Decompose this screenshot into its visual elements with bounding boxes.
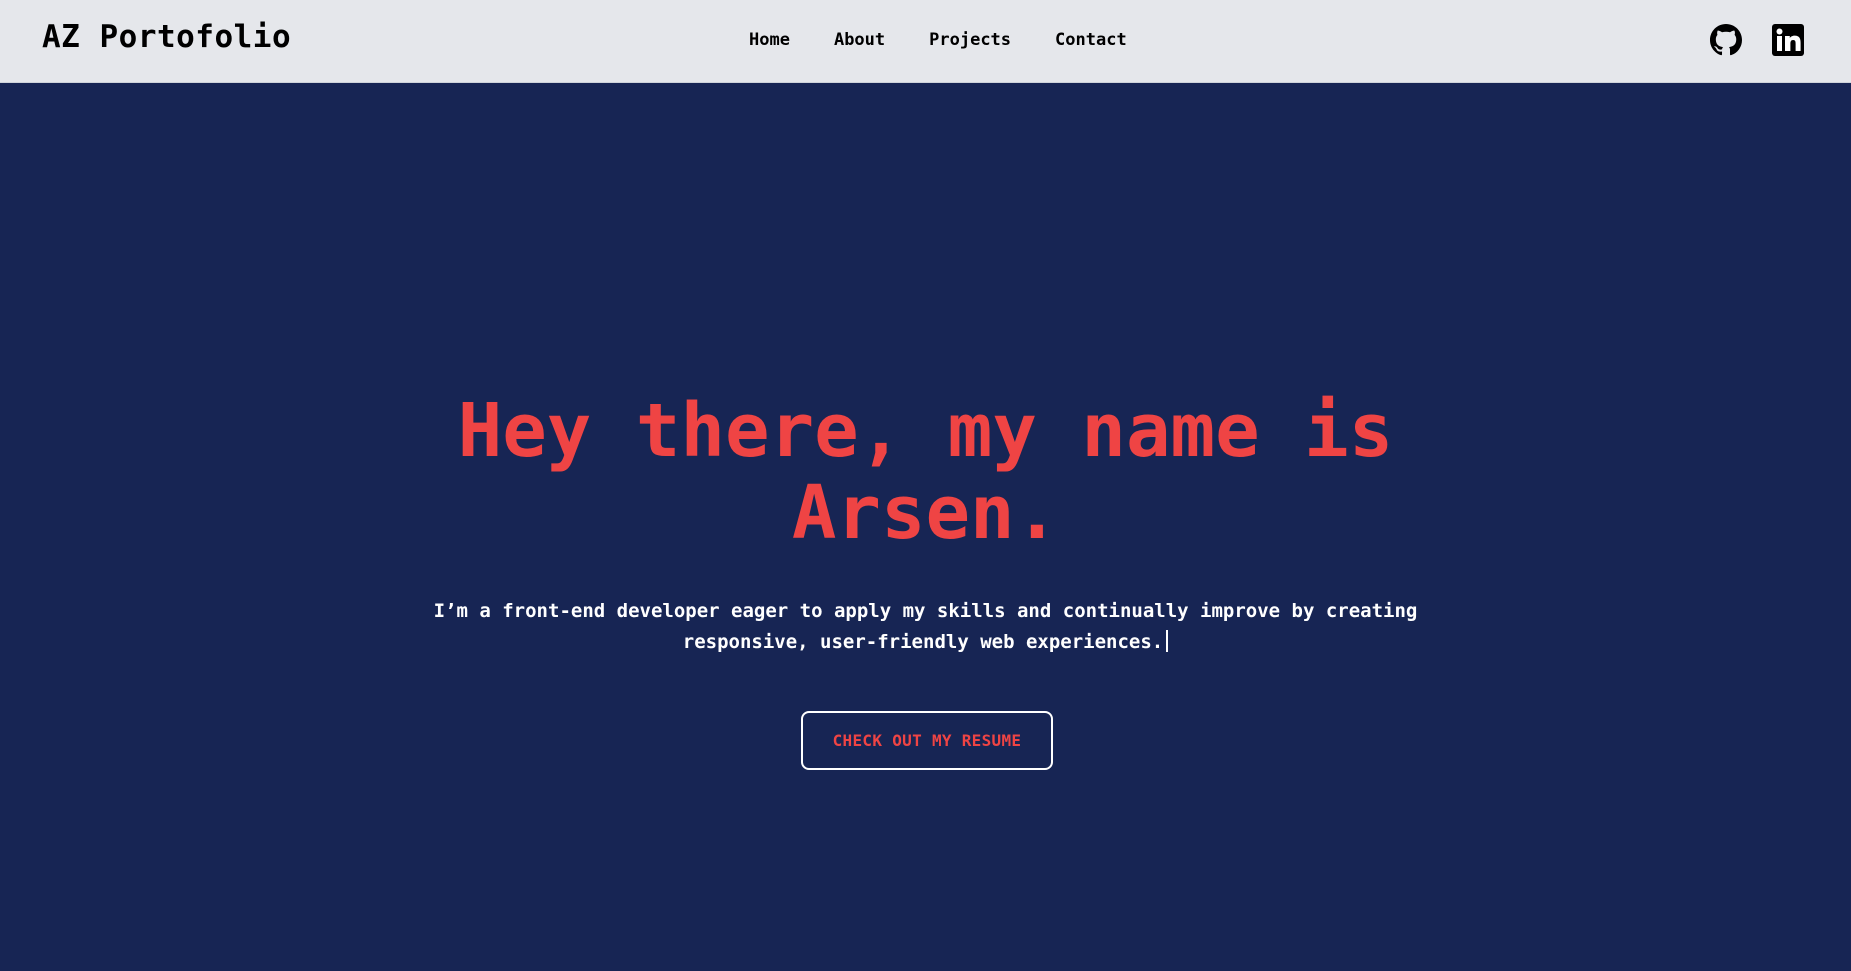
social-links	[1710, 24, 1804, 56]
hero-title-line-1: Hey there, my name is	[457, 388, 1394, 474]
brand-logo[interactable]: AZ Portofolio	[42, 19, 291, 55]
top-navbar: AZ Portofolio Home About Projects Contac…	[0, 0, 1851, 83]
linkedin-link[interactable]	[1772, 24, 1804, 56]
nav-link-projects[interactable]: Projects	[929, 30, 1011, 50]
typing-caret	[1166, 630, 1169, 652]
hero-title: Hey there, my name is Arsen.	[0, 390, 1851, 554]
nav-link-home[interactable]: Home	[749, 30, 790, 50]
github-icon	[1710, 24, 1742, 56]
nav-link-contact[interactable]: Contact	[1055, 30, 1127, 50]
hero-subtitle: I’m a front-end developer eager to apply…	[0, 596, 1851, 658]
hero-title-line-2: Arsen.	[791, 470, 1060, 556]
resume-button[interactable]: CHECK OUT MY RESUME	[801, 711, 1053, 770]
hero-subtitle-line-2: responsive, user-friendly web experience…	[682, 631, 1164, 653]
hero-section: Hey there, my name is Arsen. I’m a front…	[0, 84, 1851, 971]
github-link[interactable]	[1710, 24, 1742, 56]
hero-subtitle-line-1: I’m a front-end developer eager to apply…	[433, 600, 1418, 622]
linkedin-icon	[1772, 24, 1804, 56]
hero-subtitle-line-2-wrap: responsive, user-friendly web experience…	[0, 627, 1851, 658]
main-nav: Home About Projects Contact	[749, 30, 1127, 50]
nav-link-about[interactable]: About	[834, 30, 885, 50]
